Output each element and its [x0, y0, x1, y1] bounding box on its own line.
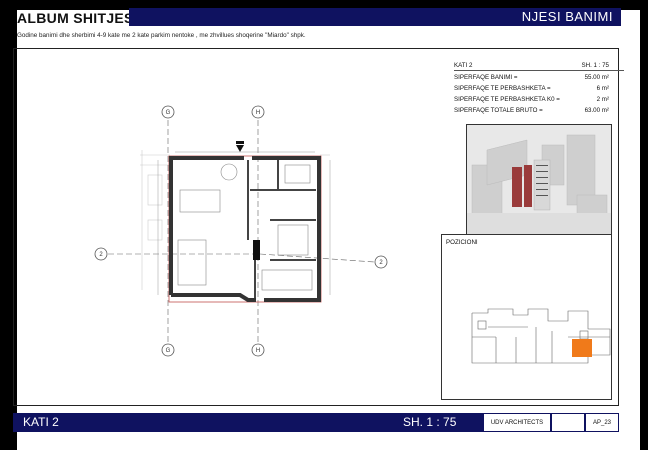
area-value: 6 m² — [596, 85, 609, 92]
area-value: 63.00 m² — [584, 107, 609, 114]
axis-label-h-top: H — [256, 110, 260, 116]
sheet-id-cell: AP_23 — [585, 413, 619, 432]
footer-floor: KATI 2 — [23, 415, 59, 429]
sheet-scale: SH. 1 : 75 — [581, 62, 609, 69]
position-panel: POZICIONI — [441, 234, 612, 400]
render-illustration — [467, 125, 611, 237]
area-value: 2 m² — [596, 96, 609, 103]
unit-highlight — [572, 339, 592, 357]
album-title: ALBUM SHITJESH — [17, 10, 145, 26]
divider — [454, 70, 624, 71]
area-label: SIPERFAQE TOTALE BRUTO = — [454, 107, 543, 114]
area-label: SIPERFAQE TE PERBASHKETA = — [454, 85, 551, 92]
blank-cell — [551, 413, 585, 432]
building-render-image — [466, 124, 612, 238]
position-label: POZICIONI — [446, 239, 478, 246]
section-title: NJESI BANIMI — [521, 9, 613, 24]
axis-label-h-bottom: H — [256, 348, 260, 354]
project-description: Godine banimi dhe sherbimi 4-9 kate me 2… — [17, 32, 306, 39]
area-label: SIPERFAQE TE PERBASHKETA K0 = — [454, 96, 560, 103]
header-bar: NJESI BANIMI — [129, 8, 621, 26]
axis-label-g-top: G — [166, 110, 171, 116]
axis-label-g-bottom: G — [166, 348, 171, 354]
area-label: SIPERFAQE BANIMI = — [454, 74, 518, 81]
architect-cell: UDV ARCHITECTS — [483, 413, 551, 432]
floor-plan: G H G H 2 2 — [94, 105, 388, 357]
site-key-plan — [471, 308, 611, 364]
footer-bar: KATI 2 SH. 1 : 75 UDV ARCHITECTS AP_23 — [13, 413, 619, 432]
floor-label: KATI 2 — [454, 62, 473, 69]
area-value: 55.00 m² — [584, 74, 609, 81]
footer-scale: SH. 1 : 75 — [403, 415, 457, 429]
